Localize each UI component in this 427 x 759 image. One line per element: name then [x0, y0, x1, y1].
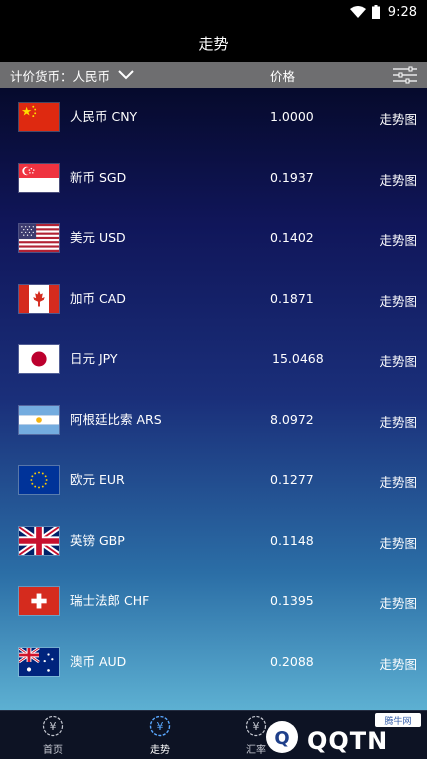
chevron-down-icon[interactable] [117, 68, 135, 81]
currency-price: 1.0000 [270, 109, 314, 124]
currency-name: 澳币 AUD [70, 653, 127, 669]
yuan-circle-icon: ¥ [149, 715, 171, 737]
currency-name: 瑞士法郎 CHF [70, 593, 150, 608]
currency-row[interactable]: 英镑 GBP 0.1148 走势图 [0, 512, 427, 573]
currency-row[interactable]: 瑞士法郎 CHF 0.1395 走势图 [0, 572, 427, 633]
currency-name: 加币 CAD [70, 290, 126, 306]
status-bar: 9:28 [0, 0, 427, 24]
currency-name: 日元 JPY [70, 351, 118, 366]
china-flag [18, 102, 60, 132]
trend-chart-link[interactable]: 走势图 [379, 291, 417, 310]
currency-price: 15.0468 [272, 351, 324, 366]
argentina-flag [18, 404, 60, 435]
currency-row[interactable]: 欧元 EUR 0.1277 走势图 [0, 451, 427, 512]
trend-chart-link[interactable]: 走势图 [379, 654, 417, 673]
svg-text:Q: Q [274, 728, 289, 749]
watermark-badge: 腾牛网 [375, 713, 421, 727]
currency-row[interactable]: 日元 JPY 15.0468 走势图 [0, 330, 427, 391]
nav-home[interactable]: ¥ 首页 [23, 715, 83, 757]
currency-price: 0.1937 [270, 169, 314, 185]
trend-chart-link[interactable]: 走势图 [379, 412, 417, 431]
currency-name: 新币 SGD [70, 169, 127, 185]
nav-trend-label: 走势 [150, 745, 170, 756]
canada-flag [18, 283, 60, 314]
currency-list: 人民币 CNY 1.0000 走势图 新币 SGD 0.1937 走势图 美元 … [0, 88, 427, 710]
wifi-icon [349, 6, 366, 18]
trend-chart-link[interactable]: 走势图 [379, 170, 417, 189]
status-time: 9:28 [387, 4, 417, 20]
currency-name: 英镑 GBP [70, 532, 125, 548]
currency-name: 美元 USD [70, 230, 126, 245]
uk-flag [18, 525, 60, 556]
currency-price: 0.1148 [270, 532, 314, 548]
watermark-text: QQTN [307, 727, 389, 755]
base-currency-selector[interactable]: 计价货币：人民币 [10, 66, 110, 85]
currency-price: 0.1871 [270, 290, 314, 306]
app-bar: 走势 [0, 24, 427, 62]
singapore-flag [18, 162, 60, 193]
trend-chart-link[interactable]: 走势图 [379, 593, 417, 612]
currency-name: 阿根廷比索 ARS [70, 411, 162, 427]
battery-icon [371, 5, 380, 19]
list-header: 计价货币：人民币 价格 [0, 62, 427, 88]
currency-price: 8.0972 [270, 411, 314, 427]
currency-row[interactable]: 澳币 AUD 0.2088 走势图 [0, 633, 427, 694]
currency-price: 0.2088 [270, 653, 314, 669]
sliders-icon[interactable] [392, 66, 418, 84]
currency-row[interactable]: 加币 CAD 0.1871 走势图 [0, 270, 427, 331]
trend-chart-link[interactable]: 走势图 [379, 230, 417, 249]
qqtn-watermark: Q QQTN 腾牛网 [255, 712, 427, 759]
switzerland-flag [18, 586, 60, 616]
nav-trend[interactable]: ¥ 走势 [130, 715, 190, 757]
trend-chart-link[interactable]: 走势图 [379, 109, 417, 128]
yuan-circle-icon: ¥ [42, 715, 64, 737]
currency-name: 欧元 EUR [70, 472, 125, 487]
page-title: 走势 [198, 34, 229, 53]
price-column-header: 价格 [270, 68, 296, 84]
currency-row[interactable]: 阿根廷比索 ARS 8.0972 走势图 [0, 391, 427, 452]
currency-price: 0.1277 [270, 472, 314, 487]
currency-row[interactable]: 人民币 CNY 1.0000 走势图 [0, 88, 427, 149]
eu-flag [18, 465, 60, 495]
trend-chart-link[interactable]: 走势图 [379, 351, 417, 370]
australia-flag [18, 646, 60, 677]
currency-price: 0.1395 [270, 593, 314, 608]
currency-price: 0.1402 [270, 230, 314, 245]
nav-home-label: 首页 [43, 745, 63, 756]
svg-text:¥: ¥ [50, 720, 57, 733]
currency-row[interactable]: 美元 USD 0.1402 走势图 [0, 209, 427, 270]
currency-name: 人民币 CNY [70, 109, 138, 124]
usa-flag [18, 223, 60, 253]
currency-row[interactable]: 新币 SGD 0.1937 走势图 [0, 149, 427, 210]
watermark-logo-icon: Q [266, 721, 298, 753]
trend-chart-link[interactable]: 走势图 [379, 472, 417, 491]
svg-text:¥: ¥ [157, 720, 164, 733]
japan-flag [18, 344, 60, 374]
trend-chart-link[interactable]: 走势图 [379, 533, 417, 552]
